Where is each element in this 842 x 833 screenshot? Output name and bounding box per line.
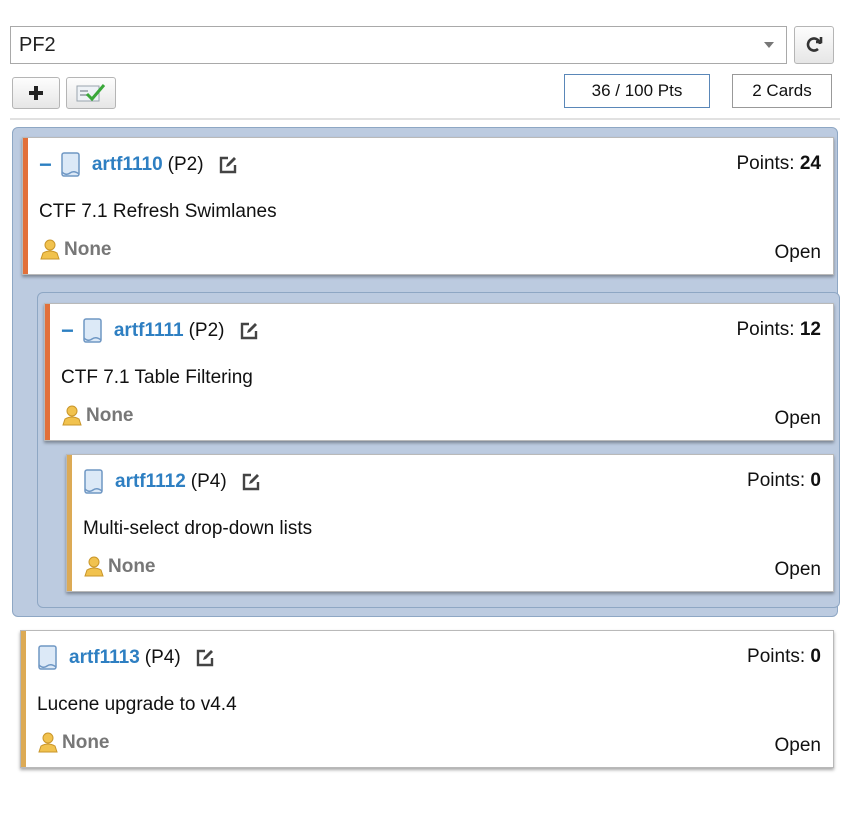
owner-label[interactable]: None	[108, 556, 156, 578]
priority-stripe	[67, 455, 72, 591]
owner-label[interactable]: None	[64, 239, 112, 261]
person-icon	[84, 556, 104, 577]
person-icon	[38, 732, 58, 753]
bulk-status-button[interactable]	[66, 77, 116, 109]
points-field: Points: 0	[747, 646, 821, 668]
card-title: CTF 7.1 Refresh Swimlanes	[39, 201, 277, 222]
priority-stripe	[21, 631, 26, 767]
document-icon	[83, 318, 102, 343]
document-icon	[38, 645, 57, 670]
owner-label[interactable]: None	[62, 732, 110, 754]
edit-icon[interactable]	[239, 321, 259, 341]
card-title: CTF 7.1 Table Filtering	[61, 367, 253, 388]
collapse-toggle[interactable]: −	[39, 154, 52, 176]
priority-stripe	[45, 304, 50, 440]
planning-folder-select[interactable]: PF2	[10, 26, 787, 64]
cards-count-badge: 2 Cards	[732, 74, 832, 108]
refresh-icon	[806, 37, 823, 52]
owner-label[interactable]: None	[86, 405, 134, 427]
points-value: 12	[799, 319, 821, 340]
add-button[interactable]	[12, 77, 60, 109]
points-label: Points:	[747, 646, 806, 667]
person-icon	[40, 239, 60, 260]
document-icon	[61, 152, 80, 177]
artifact-id-link[interactable]: artf1110	[92, 154, 163, 176]
points-field: Points: 0	[747, 470, 821, 492]
person-icon	[62, 405, 82, 426]
toolbar-divider	[10, 118, 840, 120]
points-label: Points:	[736, 153, 795, 174]
collapse-toggle[interactable]: −	[61, 320, 74, 342]
priority-label: (P2)	[188, 320, 225, 341]
status-label[interactable]: Open	[775, 242, 821, 264]
points-value: 0	[810, 646, 821, 667]
points-value: 0	[810, 470, 821, 491]
card-title: Lucene upgrade to v4.4	[37, 694, 237, 715]
document-icon	[84, 469, 103, 494]
status-label[interactable]: Open	[775, 559, 821, 581]
edit-icon[interactable]	[241, 472, 261, 492]
chevron-down-icon[interactable]	[764, 42, 774, 48]
points-field: Points: 24	[736, 153, 821, 175]
refresh-button[interactable]	[794, 26, 834, 64]
points-field: Points: 12	[736, 319, 821, 341]
priority-stripe	[23, 138, 28, 274]
edit-icon[interactable]	[195, 648, 215, 668]
points-label: Points:	[736, 319, 795, 340]
status-label[interactable]: Open	[775, 735, 821, 757]
priority-label: (P4)	[144, 647, 181, 668]
planning-folder-value: PF2	[19, 34, 56, 56]
points-summary-badge: 36 / 100 Pts	[564, 74, 710, 108]
points-value: 24	[799, 153, 821, 174]
points-label: Points:	[747, 470, 806, 491]
artifact-id-link[interactable]: artf1113	[69, 647, 140, 669]
card-artf1112[interactable]: artf1112 (P4) Points: 0 Multi-select dro…	[66, 454, 834, 592]
edit-icon[interactable]	[218, 155, 238, 175]
artifact-id-link[interactable]: artf1112	[115, 471, 186, 493]
plus-icon	[29, 86, 43, 100]
card-artf1113[interactable]: artf1113 (P4) Points: 0 Lucene upgrade t…	[20, 630, 834, 768]
artifact-id-link[interactable]: artf1111	[114, 320, 184, 342]
card-artf1111[interactable]: − artf1111 (P2) Points: 12 CTF 7.1 Table…	[44, 303, 834, 441]
priority-label: (P4)	[190, 471, 227, 492]
card-title: Multi-select drop-down lists	[83, 518, 313, 539]
status-label[interactable]: Open	[775, 408, 821, 430]
card-artf1110[interactable]: − artf1110 (P2) Points: 24 CTF 7.1 Refre…	[22, 137, 834, 275]
priority-label: (P2)	[167, 154, 204, 175]
checklist-icon	[76, 84, 106, 102]
